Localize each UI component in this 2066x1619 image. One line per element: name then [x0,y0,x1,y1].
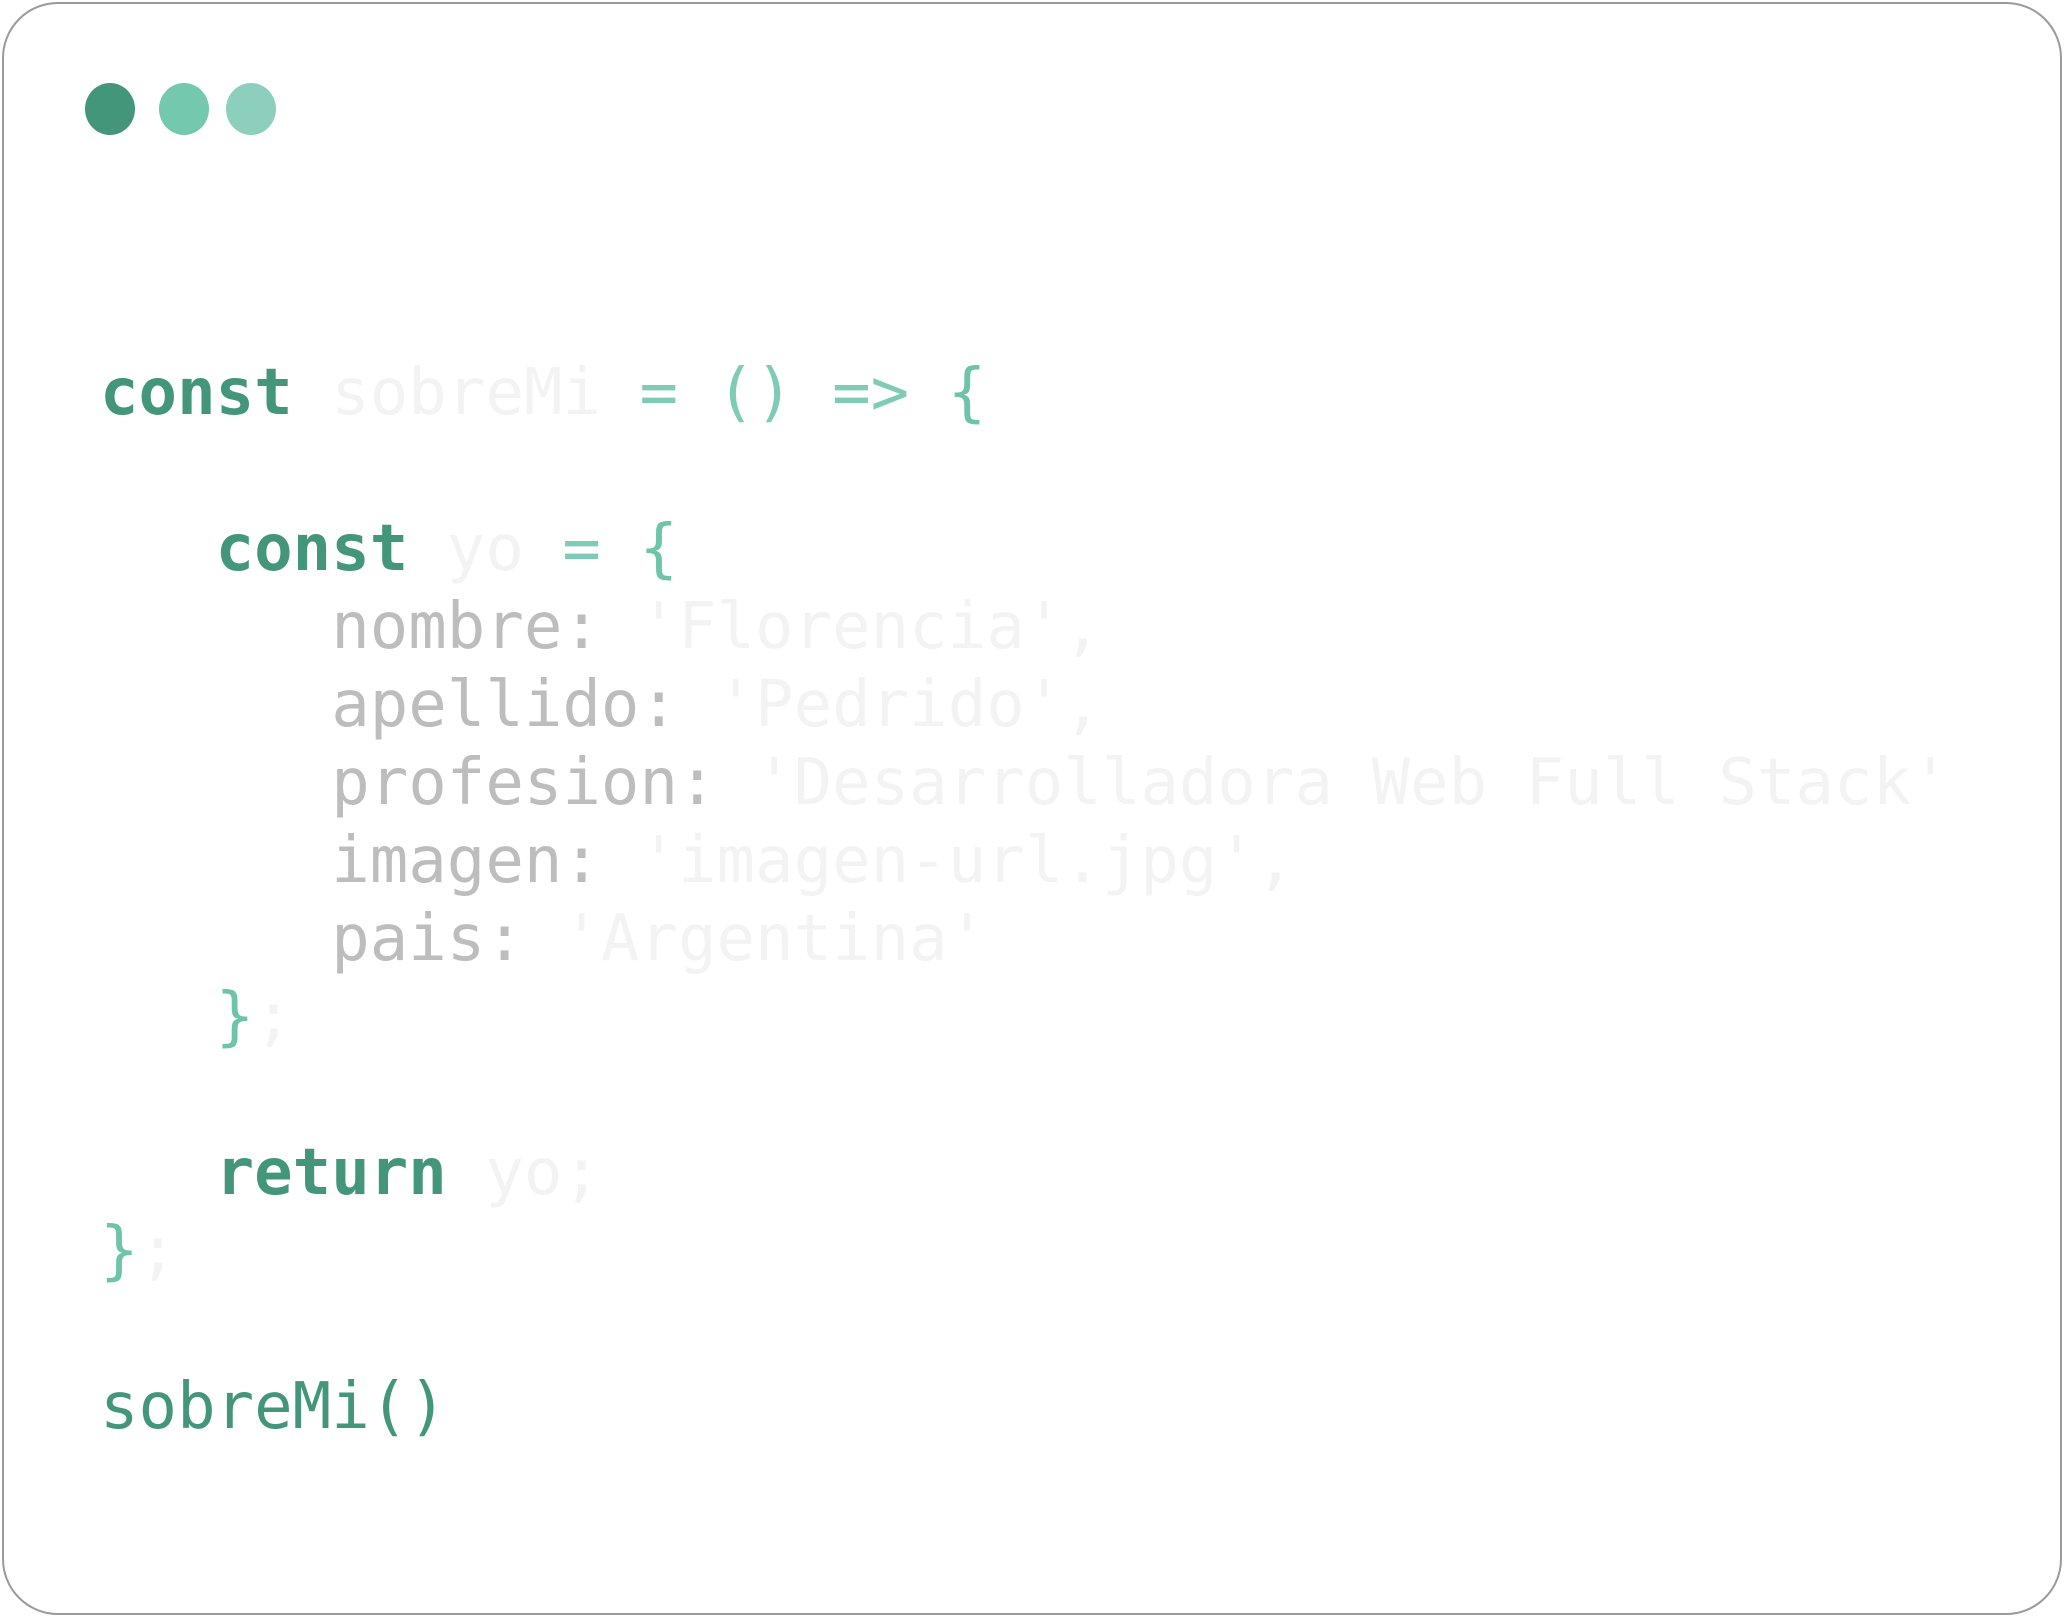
open-brace: { [947,356,987,430]
code-line-function-call: sobreMi() [100,1368,447,1446]
property-nombre: nombre: 'Florencia', [100,588,1102,666]
property-profesion: profesion: 'Desarrolladora Web Full Stac… [100,744,1950,822]
function-name: sobreMi [331,356,601,430]
parens: () [716,356,794,430]
assign-operator: = [562,512,601,586]
code-window: const sobreMi = () => { const yo = { nom… [2,2,2062,1615]
property-key: apellido: [331,668,678,742]
arrow-operator: => [832,356,910,430]
property-value: 'Pedrido', [716,668,1102,742]
object-name: yo [446,512,524,586]
return-value: yo; [485,1136,601,1210]
close-brace: } [100,1214,139,1288]
property-value: 'Florencia', [639,590,1102,664]
property-pais: pais: 'Argentina' [100,900,986,978]
property-imagen: imagen: 'imagen-url.jpg', [100,822,1294,900]
keyword-const: const [100,356,293,430]
window-dot-1[interactable] [85,83,135,135]
code-line-close-object: }; [100,978,293,1056]
code-line-object-declaration: const yo = { [100,510,678,588]
keyword-const: const [215,512,409,586]
semicolon: ; [254,980,293,1054]
code-line-function-declaration: const sobreMi = () => { [100,354,986,432]
property-key: profesion: [331,746,717,820]
property-key: nombre: [331,590,601,664]
property-apellido: apellido: 'Pedrido', [100,666,1102,744]
close-brace: } [215,980,255,1054]
window-dot-3[interactable] [226,83,276,135]
code-line-return: return yo; [100,1134,601,1212]
window-dot-2[interactable] [159,83,209,135]
property-value: 'imagen-url.jpg', [639,824,1295,898]
assign-operator: = [639,356,678,430]
property-key: imagen: [331,824,601,898]
code-line-close-function: }; [100,1212,177,1290]
property-value: 'Argentina' [562,902,987,976]
semicolon: ; [138,1214,178,1288]
function-call: sobreMi() [100,1370,447,1444]
property-value: 'Desarrolladora Web Full Stack' [755,746,1950,820]
open-brace: { [639,512,678,586]
keyword-return: return [215,1136,447,1210]
property-key: pais: [331,902,524,976]
